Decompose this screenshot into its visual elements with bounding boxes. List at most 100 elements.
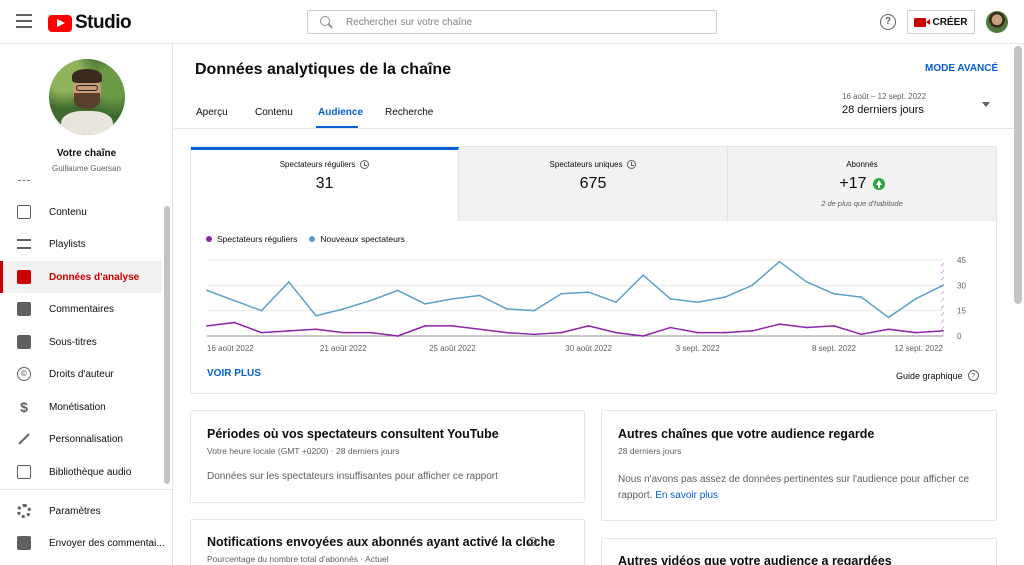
sidebar-item-contenu[interactable]: Contenu (0, 196, 162, 228)
data-point[interactable] (724, 296, 726, 299)
sidebar-item-feedback[interactable]: Envoyer des commentai... (0, 527, 165, 559)
data-point[interactable] (342, 308, 345, 310)
data-point[interactable] (942, 330, 944, 332)
date-range[interactable]: 16 août – 12 sept. 2022 (842, 92, 926, 101)
data-point[interactable] (805, 326, 808, 329)
clock-icon[interactable] (627, 160, 637, 169)
data-point[interactable] (751, 284, 754, 287)
data-point[interactable] (451, 324, 454, 327)
data-point[interactable] (614, 301, 617, 304)
data-point[interactable] (505, 308, 508, 310)
data-point[interactable] (505, 331, 508, 334)
data-point[interactable] (696, 331, 699, 334)
data-point[interactable] (587, 291, 590, 293)
data-point[interactable] (860, 333, 863, 336)
data-point[interactable] (478, 328, 481, 331)
data-point[interactable] (424, 303, 426, 305)
data-point[interactable] (206, 324, 208, 327)
data-point[interactable] (315, 328, 317, 331)
tab-content[interactable]: Contenu (255, 107, 293, 118)
metric-unique-viewers[interactable]: Spectateurs uniques 675 (459, 147, 728, 221)
data-point[interactable] (533, 309, 536, 312)
data-point[interactable] (287, 330, 290, 332)
data-point[interactable] (560, 331, 563, 334)
card-title: Autres vidéos que votre audience a regar… (618, 554, 892, 565)
sidebar-scrollbar[interactable] (164, 206, 170, 484)
data-point[interactable] (778, 260, 781, 263)
data-point[interactable] (751, 330, 754, 332)
clock-icon[interactable] (528, 537, 537, 546)
hamburger-menu-icon[interactable] (16, 14, 32, 28)
sidebar-item-copyright[interactable]: © Droits d'auteur (0, 358, 162, 390)
data-point[interactable] (478, 294, 481, 297)
sidebar-item-monetization[interactable]: $ Monétisation (0, 391, 162, 423)
data-point[interactable] (614, 331, 617, 334)
sidebar-item-comments[interactable]: Commentaires (0, 293, 162, 325)
data-point[interactable] (260, 309, 263, 312)
data-point[interactable] (451, 297, 454, 300)
data-point[interactable] (642, 274, 645, 277)
data-point[interactable] (669, 297, 672, 300)
search-input[interactable] (346, 16, 706, 28)
see-more-link[interactable]: VOIR PLUS (207, 368, 261, 379)
metric-subscribers[interactable]: Abonnés +17 2 de plus que d'habitude (728, 147, 996, 221)
search-icon[interactable] (320, 16, 332, 28)
advanced-mode-link[interactable]: MODE AVANCÉ (925, 63, 998, 74)
data-point[interactable] (942, 284, 944, 287)
main-scrollbar[interactable] (1014, 46, 1022, 304)
series-line-1[interactable] (206, 260, 944, 319)
data-point[interactable] (369, 331, 372, 334)
sidebar-item-customization[interactable]: Personnalisation (0, 423, 162, 455)
data-point[interactable] (914, 331, 917, 334)
data-point[interactable] (233, 321, 236, 324)
sidebar-item-settings[interactable]: Paramètres (0, 495, 162, 527)
data-point[interactable] (696, 301, 699, 304)
data-point[interactable] (315, 314, 317, 317)
sidebar-item-playlists[interactable]: Playlists (0, 228, 162, 260)
learn-more-link[interactable]: En savoir plus (655, 490, 718, 501)
tab-research[interactable]: Recherche (385, 107, 433, 118)
data-point[interactable] (669, 326, 672, 329)
sidebar-item-subtitles[interactable]: Sous-titres (0, 326, 162, 358)
data-point[interactable] (369, 299, 372, 302)
data-point[interactable] (833, 292, 835, 295)
dashboard-icon[interactable] (18, 180, 30, 182)
tab-overview[interactable]: Aperçu (196, 107, 228, 118)
channel-avatar[interactable] (49, 59, 125, 135)
date-period-label[interactable]: 28 derniers jours (842, 104, 924, 116)
data-point[interactable] (724, 331, 726, 334)
data-point[interactable] (642, 335, 645, 337)
clock-icon[interactable] (360, 160, 370, 169)
chart-guide-link[interactable]: Guide graphique ? (896, 370, 979, 381)
data-point[interactable] (533, 333, 536, 336)
data-point[interactable] (424, 324, 426, 327)
data-point[interactable] (833, 324, 835, 327)
data-point[interactable] (287, 281, 290, 283)
data-point[interactable] (914, 297, 917, 300)
data-point[interactable] (778, 323, 781, 326)
tab-audience[interactable]: Audience (318, 107, 363, 118)
chevron-down-icon[interactable] (982, 102, 990, 107)
series-line-0[interactable] (206, 321, 944, 337)
data-point[interactable] (887, 328, 890, 331)
data-point[interactable] (342, 331, 345, 334)
data-point[interactable] (587, 324, 590, 327)
sidebar-item-audio-library[interactable]: Bibliothèque audio (0, 456, 162, 488)
data-point[interactable] (396, 335, 399, 337)
data-point[interactable] (233, 299, 236, 302)
data-point[interactable] (860, 296, 863, 299)
create-button[interactable]: CRÉER (907, 10, 975, 34)
data-point[interactable] (805, 281, 808, 283)
account-avatar[interactable] (986, 11, 1008, 33)
sidebar-item-analytics[interactable]: Données d'analyse (0, 261, 162, 293)
data-point[interactable] (560, 292, 563, 295)
data-point[interactable] (206, 289, 208, 292)
metric-returning-viewers[interactable]: Spectateurs réguliers 31 (191, 147, 459, 221)
help-icon[interactable]: ? (967, 370, 979, 381)
data-point[interactable] (260, 331, 263, 334)
search-box[interactable] (307, 10, 717, 34)
help-icon[interactable]: ? (880, 14, 896, 30)
data-point[interactable] (396, 289, 399, 292)
studio-logo[interactable]: Studio (48, 12, 132, 34)
data-point[interactable] (887, 316, 890, 319)
